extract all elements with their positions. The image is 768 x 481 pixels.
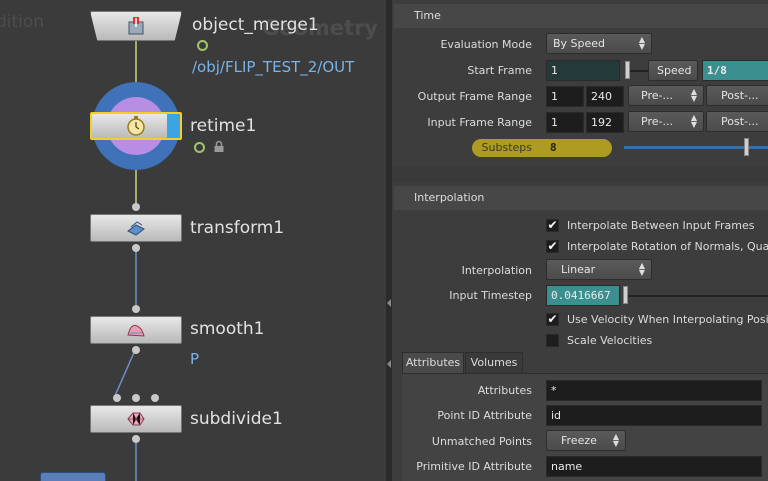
output-post-value: Post-... (721, 89, 759, 102)
output-pre-value: Pre-... (641, 89, 673, 102)
point-id-field[interactable]: id (546, 405, 762, 426)
smooth-icon (127, 324, 145, 337)
template-flag-icon[interactable] (194, 142, 205, 153)
input-connector-2[interactable] (132, 394, 140, 402)
subdivide-icon (127, 412, 145, 426)
interp-between-checkbox[interactable]: ✔ (546, 219, 559, 232)
node-subdivide[interactable] (90, 405, 182, 433)
node-path-object-merge: /obj/FLIP_TEST_2/OUT (192, 58, 355, 76)
updown-arrow-icon: ▲ ▼ (612, 432, 619, 448)
parameter-editor: Time Evaluation Mode By Speed ▲ ▼ Start F… (392, 0, 768, 481)
input-post-value: Post-... (721, 115, 759, 128)
node-smooth[interactable] (90, 316, 182, 344)
input-timestep-slider-track[interactable] (628, 295, 768, 297)
network-editor[interactable]: dition Geometry object_merge1 /obj/FLIP_… (0, 0, 386, 481)
input-range-start-field[interactable]: 1 (546, 112, 584, 133)
output-connector[interactable] (132, 435, 140, 443)
updown-arrow-icon: ▲ ▼ (638, 261, 645, 277)
interpolation-label: Interpolation (461, 264, 532, 277)
input-timestep-label: Input Timestep (449, 289, 532, 302)
point-id-label: Point ID Attribute (437, 409, 532, 422)
section-time[interactable]: Time (394, 4, 768, 28)
node-label-retime: retime1 (190, 116, 257, 136)
start-frame-field[interactable]: 1 (546, 60, 620, 81)
partial-node[interactable] (40, 472, 106, 481)
node-label-subdivide: subdivide1 (190, 409, 283, 429)
interp-rotation-label: Interpolate Rotation of Normals, Quatern… (567, 240, 768, 253)
speed-button[interactable]: Speed (648, 60, 698, 81)
output-connector[interactable] (132, 244, 140, 252)
speed-field[interactable]: 1/8 (702, 60, 768, 81)
transform-icon (127, 221, 145, 236)
collapse-left-arrow-icon[interactable] (387, 299, 391, 307)
template-flag-icon[interactable] (197, 40, 208, 51)
input-frame-range-label: Input Frame Range (427, 116, 532, 129)
input-connector-3[interactable] (151, 394, 159, 402)
unmatched-points-value: Freeze (561, 434, 597, 447)
input-connector[interactable] (132, 305, 140, 313)
unmatched-points-label: Unmatched Points (431, 435, 532, 448)
node-retime[interactable] (90, 112, 182, 140)
evaluation-mode-label: Evaluation Mode (440, 38, 532, 51)
interp-between-label: Interpolate Between Input Frames (567, 219, 755, 232)
interp-rotation-checkbox[interactable]: ✔ (546, 240, 559, 253)
section-interpolation[interactable]: Interpolation (394, 186, 768, 210)
node-label-transform: transform1 (190, 218, 285, 238)
input-connector[interactable] (132, 203, 140, 211)
updown-arrow-icon: ▲ ▼ (690, 87, 697, 103)
collapse-left-arrow-icon[interactable] (387, 360, 391, 368)
object-merge-icon (128, 17, 144, 35)
input-pre-value: Pre-... (641, 115, 673, 128)
tab-volumes[interactable]: Volumes (465, 352, 523, 374)
section-separator (392, 166, 768, 182)
substeps-slider-handle[interactable] (744, 138, 749, 156)
evaluation-mode-menu[interactable]: By Speed ▲ ▼ (546, 33, 652, 54)
attributes-label: Attributes (477, 384, 532, 397)
node-param-smooth: P (190, 350, 200, 368)
node-object-merge[interactable] (90, 11, 182, 41)
scale-velocities-label: Scale Velocities (567, 334, 653, 347)
tab-attributes[interactable]: Attributes (402, 352, 464, 374)
evaluation-mode-value: By Speed (553, 37, 606, 50)
stopwatch-icon (127, 116, 145, 136)
input-range-end-field[interactable]: 192 (586, 112, 624, 133)
start-frame-label: Start Frame (467, 64, 532, 77)
use-velocity-checkbox[interactable]: ✔ (546, 313, 559, 326)
input-connector-1[interactable] (113, 394, 121, 402)
unmatched-points-menu[interactable]: Freeze ▲ ▼ (546, 430, 626, 451)
interpolation-menu[interactable]: Linear ▲ ▼ (546, 259, 652, 280)
primitive-id-field[interactable]: name (546, 456, 762, 477)
output-pre-menu[interactable]: Pre-... ▲ ▼ (628, 85, 704, 106)
primitive-id-label: Primitive ID Attribute (416, 460, 532, 473)
node-transform[interactable] (90, 214, 182, 242)
input-timestep-field[interactable]: 0.0416667 (546, 285, 620, 306)
scale-velocities-checkbox[interactable] (546, 334, 559, 347)
output-connector[interactable] (132, 346, 140, 354)
output-range-end-field[interactable]: 240 (586, 86, 624, 107)
input-pre-menu[interactable]: Pre-... ▲ ▼ (628, 111, 704, 132)
node-label-object-merge: object_merge1 (192, 15, 319, 35)
substeps-label: Substeps (481, 141, 532, 154)
output-frame-range-label: Output Frame Range (417, 90, 532, 103)
output-post-menu[interactable]: Post-... (706, 85, 768, 106)
use-velocity-label: Use Velocity When Interpolating Position (567, 313, 768, 326)
updown-arrow-icon: ▲ ▼ (638, 35, 645, 51)
input-post-menu[interactable]: Post-... (706, 111, 768, 132)
attributes-field[interactable]: * (546, 380, 762, 401)
output-range-start-field[interactable]: 1 (546, 86, 584, 107)
wire-smooth-to-subdivide (113, 347, 137, 399)
display-flag[interactable] (167, 114, 180, 138)
updown-arrow-icon: ▲ ▼ (690, 113, 697, 129)
substeps-field[interactable]: 8 (546, 138, 616, 159)
interpolation-value: Linear (561, 263, 596, 276)
lock-icon[interactable] (213, 140, 225, 153)
slider-track (630, 70, 650, 72)
node-label-smooth: smooth1 (190, 319, 265, 339)
